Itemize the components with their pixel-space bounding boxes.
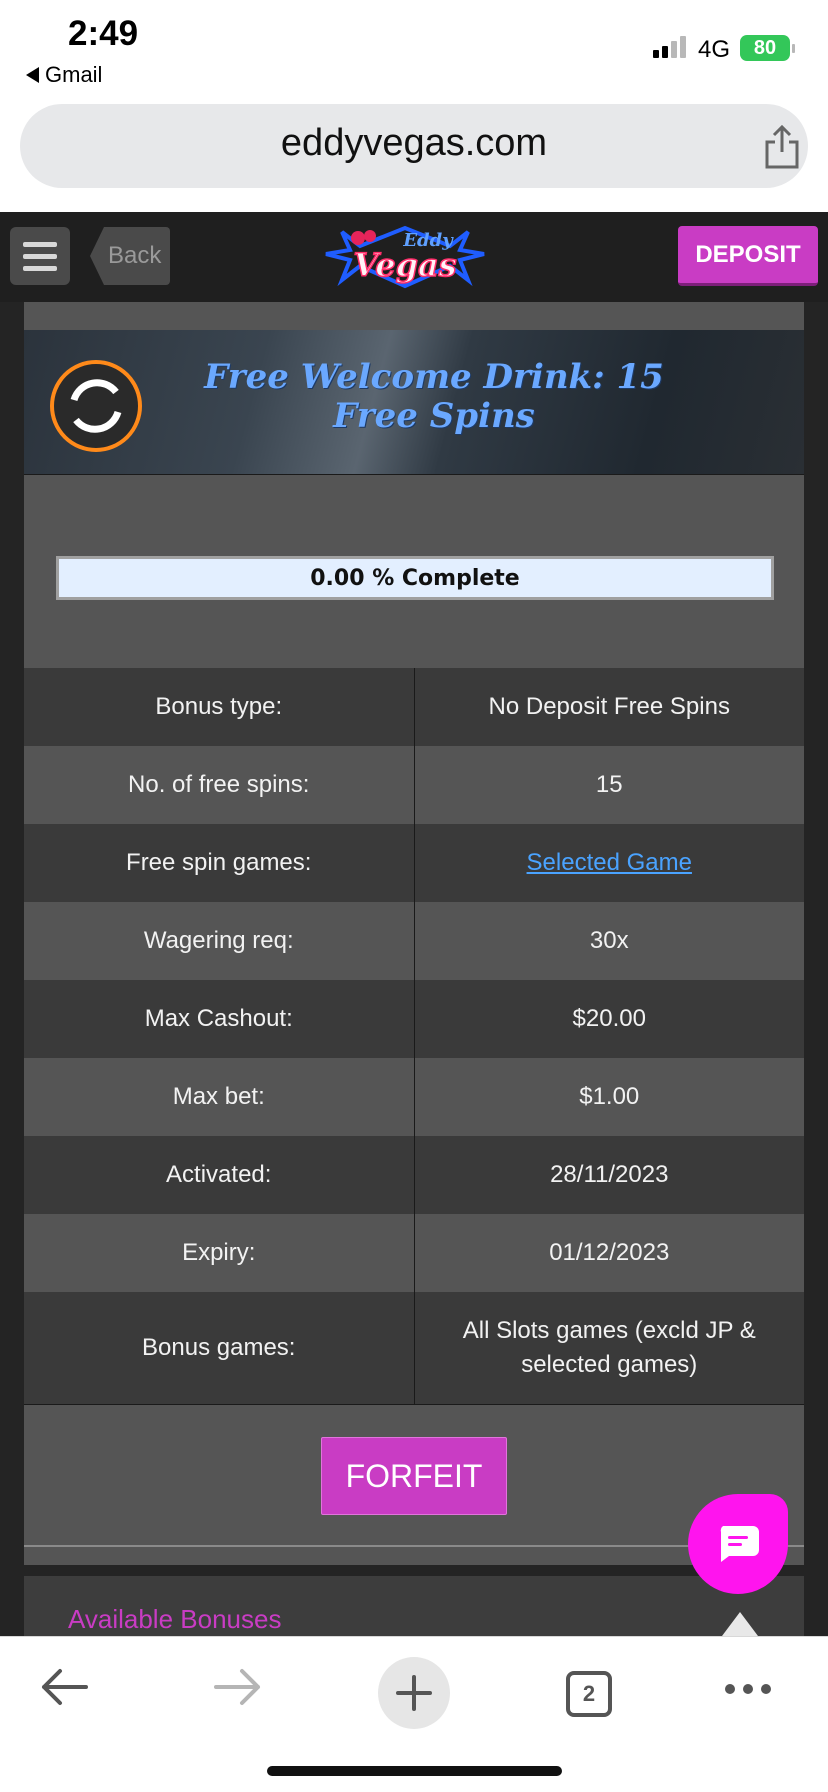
selected-game-link[interactable]: Selected Game: [527, 849, 692, 876]
back-triangle-icon: [26, 67, 39, 83]
new-tab-button[interactable]: [378, 1657, 450, 1729]
row-value: 28/11/2023: [550, 1161, 669, 1188]
row-label: Expiry:: [24, 1214, 415, 1292]
battery-level: 80: [753, 36, 777, 59]
menu-bar-icon: [23, 241, 57, 247]
menu-bar-icon: [23, 265, 57, 271]
row-value: No Deposit Free Spins: [488, 693, 730, 720]
battery-icon: 80: [740, 35, 795, 61]
more-options-icon[interactable]: [724, 1683, 772, 1695]
row-label: Max bet:: [24, 1058, 415, 1136]
row-value: $1.00: [579, 1083, 640, 1110]
network-type: 4G: [698, 36, 731, 63]
menu-bar-icon: [23, 253, 57, 259]
cellular-signal-icon: [653, 36, 686, 58]
free-spins-icon: [50, 360, 142, 452]
svg-text:Vegas: Vegas: [353, 246, 456, 284]
progress-bar: 0.00 % Complete: [56, 556, 774, 600]
back-arrow-icon[interactable]: [38, 1665, 90, 1709]
table-row: Max Cashout: $20.00: [24, 980, 804, 1058]
hamburger-menu-button[interactable]: [10, 227, 70, 285]
tab-switcher-button[interactable]: 2: [566, 1671, 612, 1717]
table-row: Max bet: $1.00: [24, 1058, 804, 1136]
browser-top-chrome: 2:49 Gmail 4G 80 eddyvegas.com: [0, 0, 828, 212]
table-row: Bonus type: No Deposit Free Spins: [24, 668, 804, 746]
status-time: 2:49: [68, 14, 139, 53]
divider: [24, 1545, 804, 1547]
row-label: Wagering req:: [24, 902, 415, 980]
chevron-up-icon[interactable]: [722, 1612, 758, 1636]
url-text[interactable]: eddyvegas.com: [20, 122, 808, 165]
deposit-button[interactable]: DEPOSIT: [678, 226, 818, 286]
row-label: Max Cashout:: [24, 980, 415, 1058]
table-row: Wagering req: 30x: [24, 902, 804, 980]
table-row: Activated: 28/11/2023: [24, 1136, 804, 1214]
plus-icon: [396, 1675, 432, 1711]
row-value: $20.00: [572, 1005, 646, 1032]
address-bar[interactable]: eddyvegas.com: [20, 104, 808, 188]
forfeit-button[interactable]: FORFEIT: [321, 1437, 507, 1515]
eddy-vegas-logo[interactable]: Eddy Vegas: [320, 220, 490, 294]
row-value: 15: [595, 771, 623, 798]
back-button[interactable]: Back: [90, 227, 170, 285]
available-bonuses-section[interactable]: Available Bonuses: [24, 1576, 804, 1636]
table-row: Bonus games: All Slots games (excld JP &…: [24, 1292, 804, 1405]
home-indicator: [267, 1766, 562, 1776]
bonus-banner: Free Welcome Drink: 15 Free Spins: [24, 330, 804, 475]
back-to-app-link[interactable]: Gmail: [26, 62, 102, 88]
row-label: Activated:: [24, 1136, 415, 1214]
row-label: Free spin games:: [24, 824, 415, 902]
back-app-label: Gmail: [45, 62, 103, 87]
row-value: All Slots games (excld JP & selected gam…: [414, 1292, 804, 1405]
row-label: Bonus type:: [24, 668, 415, 746]
bonus-details-table: Bonus type: No Deposit Free Spins No. of…: [24, 668, 804, 1405]
share-icon[interactable]: [762, 124, 802, 170]
table-row: No. of free spins: 15: [24, 746, 804, 824]
bonus-title: Free Welcome Drink: 15 Free Spins: [204, 357, 664, 436]
chat-button[interactable]: [688, 1494, 788, 1594]
row-label: No. of free spins:: [24, 746, 415, 824]
row-value: 01/12/2023: [549, 1239, 670, 1266]
table-row: Expiry: 01/12/2023: [24, 1214, 804, 1292]
chat-icon: [720, 1526, 759, 1562]
site-header: Back Eddy Vegas DEPOSIT: [0, 212, 828, 302]
row-value-cell: Selected Game: [414, 824, 804, 902]
progress-text: 0.00 % Complete: [310, 565, 520, 591]
forward-arrow-icon[interactable]: [212, 1665, 264, 1709]
row-value: 30x: [589, 927, 629, 954]
available-bonuses-title[interactable]: Available Bonuses: [68, 1604, 281, 1635]
bonus-panel: Free Welcome Drink: 15 Free Spins 0.00 %…: [24, 302, 804, 1565]
table-row: Free spin games: Selected Game: [24, 824, 804, 902]
row-label: Bonus games:: [24, 1292, 415, 1405]
